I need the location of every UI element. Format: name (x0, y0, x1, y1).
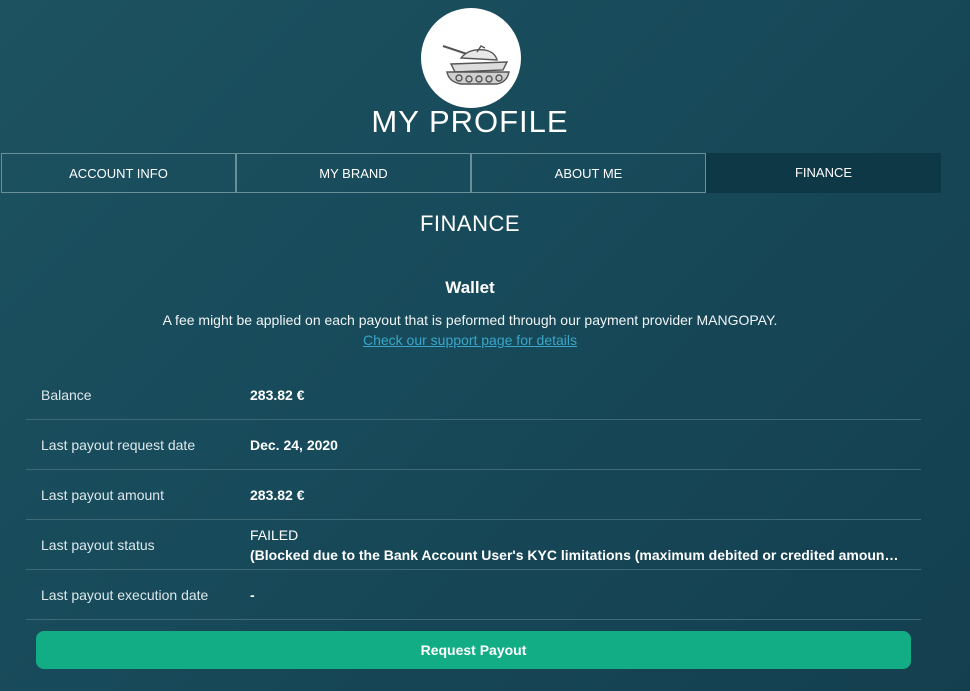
wallet-heading: Wallet (445, 278, 495, 297)
tab-account-info[interactable]: ACCOUNT INFO (1, 153, 236, 193)
tank-icon (442, 45, 510, 85)
fee-notice: A fee might be applied on each payout th… (162, 312, 778, 328)
tab-finance[interactable]: FINANCE (706, 153, 941, 193)
profile-tabs: ACCOUNT INFO MY BRAND ABOUT ME FINANCE (1, 153, 941, 193)
last-payout-request-date-value: Dec. 24, 2020 (250, 436, 338, 453)
balance-label: Balance (41, 386, 92, 403)
wallet-info-table: Balance 283.82 € Last payout request dat… (26, 370, 921, 620)
table-row: Last payout request date Dec. 24, 2020 (26, 420, 921, 470)
last-payout-status-value: FAILED (Blocked due to the Bank Account … (250, 525, 910, 565)
last-payout-amount-value: 283.82 € (250, 486, 305, 503)
last-payout-execution-date-value: - (250, 586, 255, 603)
table-row: Balance 283.82 € (26, 370, 921, 420)
section-title: FINANCE (419, 211, 521, 236)
last-payout-request-date-label: Last payout request date (41, 436, 196, 453)
support-page-link[interactable]: Check our support page for details (363, 332, 577, 348)
status-badge: FAILED (250, 526, 299, 543)
balance-value: 283.82 € (250, 386, 305, 403)
last-payout-execution-date-label: Last payout execution date (41, 586, 209, 603)
table-row: Last payout amount 283.82 € (26, 470, 921, 520)
last-payout-status-label: Last payout status (41, 536, 155, 553)
page-title: MY PROFILE (371, 104, 569, 139)
avatar[interactable] (421, 8, 521, 108)
tab-my-brand[interactable]: MY BRAND (236, 153, 471, 193)
table-row: Last payout execution date - (26, 570, 921, 620)
status-detail: (Blocked due to the Bank Account User's … (250, 546, 902, 563)
request-payout-button[interactable]: Request Payout (36, 631, 911, 669)
last-payout-amount-label: Last payout amount (41, 486, 164, 503)
support-link-container: Check our support page for details (0, 332, 940, 348)
table-row: Last payout status FAILED (Blocked due t… (26, 520, 921, 570)
tab-about-me[interactable]: ABOUT ME (471, 153, 706, 193)
